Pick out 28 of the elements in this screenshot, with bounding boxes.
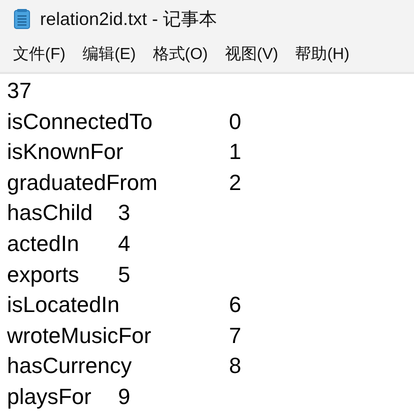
relation-id: 6 bbox=[229, 291, 242, 320]
relation-name: isKnownFor bbox=[7, 138, 124, 166]
relation-name: isLocatedIn bbox=[7, 291, 120, 320]
relation-name: playsFor bbox=[7, 382, 92, 411]
relation-id: 4 bbox=[118, 230, 130, 258]
relation-id: 1 bbox=[229, 138, 242, 166]
relation-name: hasCurrency bbox=[7, 352, 132, 380]
notepad-icon bbox=[14, 9, 30, 29]
relation-name: exports bbox=[7, 260, 80, 289]
relation-id: 8 bbox=[229, 352, 242, 380]
menu-item[interactable]: 文件(F) bbox=[8, 43, 78, 67]
relation-id: 2 bbox=[229, 168, 242, 197]
relation-id: 3 bbox=[118, 199, 130, 228]
relation-name: actedIn bbox=[7, 230, 80, 258]
menu-item[interactable]: 帮助(H) bbox=[290, 43, 362, 67]
relation-id: 5 bbox=[118, 260, 130, 289]
relation-name: isConnectedTo bbox=[7, 108, 153, 136]
menu-item[interactable]: 格式(O) bbox=[148, 43, 220, 67]
relation-name: hasChild bbox=[7, 199, 93, 228]
window-title: relation2id.txt - 记事本 bbox=[40, 8, 218, 30]
relation-id: 9 bbox=[118, 382, 130, 411]
text-line: 37 bbox=[7, 77, 32, 105]
relation-name: wroteMusicFor bbox=[7, 322, 152, 350]
menu-item[interactable]: 视图(V) bbox=[220, 43, 290, 67]
relation-id: 0 bbox=[229, 108, 242, 136]
menu-item[interactable]: 编辑(E) bbox=[77, 43, 148, 67]
relation-name: graduatedFrom bbox=[7, 168, 158, 197]
relation-id: 7 bbox=[229, 322, 242, 350]
